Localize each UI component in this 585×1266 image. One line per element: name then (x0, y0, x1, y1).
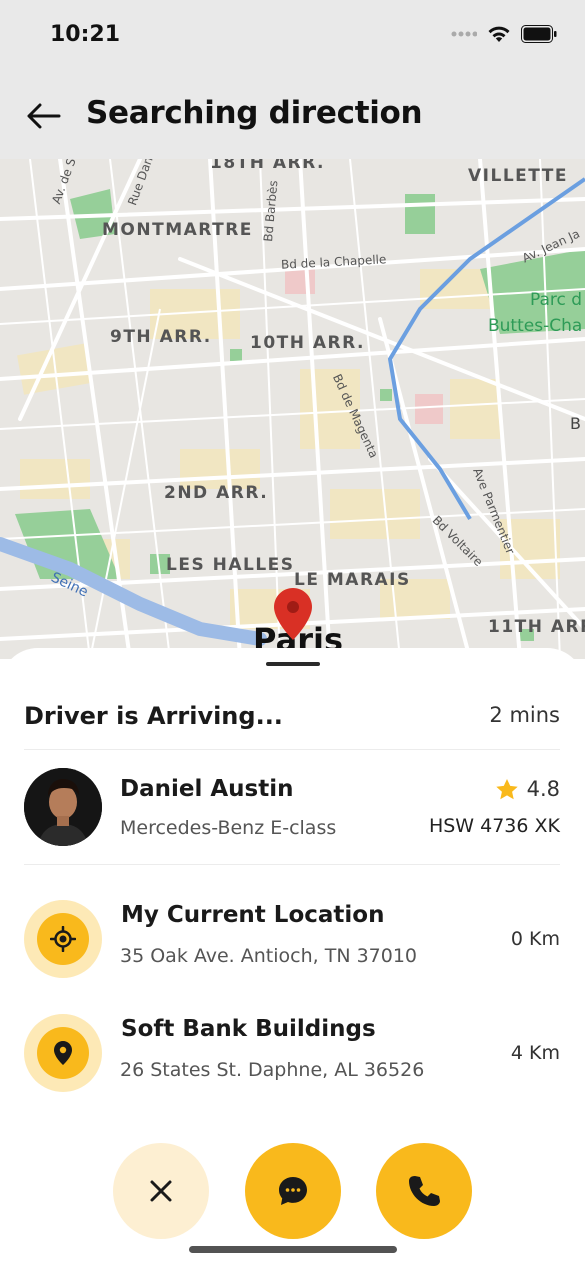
chat-bubble-icon (279, 1177, 307, 1205)
map-district-label: 9TH ARR. (110, 327, 212, 347)
map-park-label: Buttes-Cha (488, 316, 583, 336)
map-district-label: VILLETTE (468, 166, 568, 186)
map-district-label: 2ND ARR. (164, 483, 269, 503)
driver-rating: 4.8 (495, 777, 560, 801)
route-item-distance: 4 Km (510, 1042, 560, 1064)
divider (24, 864, 560, 865)
map-district-label: 10TH ARR. (250, 333, 366, 353)
driver-plate: HSW 4736 XK (428, 815, 560, 837)
star-icon (495, 778, 518, 799)
close-icon (150, 1180, 172, 1202)
route-item-title: My Current Location (121, 902, 385, 928)
status-bar: 10:21 (0, 0, 585, 75)
route-item-address: 35 Oak Ave. Antioch, TN 37010 (120, 945, 418, 967)
back-button[interactable] (22, 95, 64, 137)
battery-icon (521, 25, 557, 43)
route-item-distance: 0 Km (510, 928, 560, 950)
divider (24, 749, 560, 750)
chat-button[interactable] (245, 1143, 341, 1239)
home-indicator[interactable] (189, 1246, 397, 1253)
status-time: 10:21 (50, 22, 121, 47)
route-item-title: Soft Bank Buildings (121, 1016, 376, 1042)
destination-pin-icon[interactable] (273, 587, 313, 641)
person-avatar-icon (24, 768, 102, 846)
wifi-icon (488, 26, 510, 42)
status-icons (451, 25, 557, 43)
map-district-label: MONTMARTRE (102, 220, 253, 240)
arrow-left-icon (27, 103, 61, 129)
map-park-label: Parc d (530, 290, 583, 310)
driver-car: Mercedes-Benz E-class (120, 817, 337, 839)
map-street-label: B (570, 414, 581, 433)
driver-eta: 2 mins (489, 703, 560, 727)
cellular-signal-icon (451, 31, 477, 37)
map-district-label: LES HALLES (166, 555, 295, 575)
map-district-label: 11TH ARR (488, 617, 585, 637)
app-bar: Searching direction (0, 75, 585, 159)
driver-avatar[interactable] (24, 768, 102, 846)
map-district-label: 18TH ARR. (210, 159, 326, 173)
crosshair-icon (50, 926, 76, 952)
page-title: Searching direction (86, 95, 423, 131)
cancel-button[interactable] (113, 1143, 209, 1239)
phone-icon (409, 1176, 440, 1206)
current-location-badge (24, 900, 102, 978)
call-button[interactable] (376, 1143, 472, 1239)
map-view[interactable]: 18TH ARR. VILLETTE MONTMARTRE 9TH ARR. 1… (0, 159, 585, 659)
driver-status-label: Driver is Arriving... (24, 702, 283, 730)
bottom-sheet: Driver is Arriving... 2 mins Daniel Aust… (0, 648, 585, 1266)
destination-badge (24, 1014, 102, 1092)
driver-rating-value: 4.8 (526, 777, 560, 801)
driver-name: Daniel Austin (120, 776, 294, 802)
route-item-address: 26 States St. Daphne, AL 36526 (120, 1059, 425, 1081)
map-pin-icon (54, 1041, 72, 1065)
sheet-drag-handle[interactable] (266, 662, 320, 666)
